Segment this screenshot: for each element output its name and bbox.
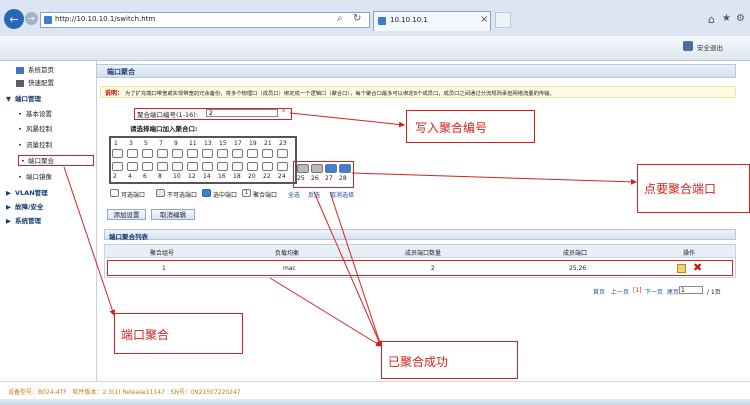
status-bar: 设备型号：B024-4TF 软件版本：2.3(1) Release11147 S… (0, 381, 750, 405)
arrow-success-3 (269, 277, 382, 347)
model-label: 设备型号： (8, 389, 39, 396)
arrow-port-agg (63, 166, 116, 316)
arrow-click-ports (351, 172, 637, 185)
arrow-success-1 (313, 191, 382, 347)
callout-success: 已聚合成功 (381, 341, 518, 379)
model-value: B024-4TF (38, 389, 67, 396)
callout-port-agg: 端口聚合 (114, 313, 243, 354)
version-value: 2.3(1) Release11147 (102, 389, 165, 396)
callout-port-agg-text: 端口聚合 (121, 328, 170, 342)
sn-value: 0921507220247 (190, 389, 241, 396)
callout-click-ports: 点要聚合端口 (637, 164, 750, 213)
sn-label: SN号： (170, 389, 191, 396)
callout-write-id-text: 写入聚合编号 (415, 121, 488, 135)
device-info: 设备型号：B024-4TF 软件版本：2.3(1) Release11147 S… (8, 387, 241, 396)
taskbar-strip (0, 399, 750, 405)
arrow-success-2 (329, 191, 383, 347)
version-label: 软件版本： (72, 389, 103, 396)
callout-write-id: 写入聚合编号 (406, 110, 535, 143)
callout-success-text: 已聚合成功 (388, 355, 449, 369)
callout-click-ports-text: 点要聚合端口 (644, 182, 717, 196)
arrow-write-id (289, 112, 405, 128)
